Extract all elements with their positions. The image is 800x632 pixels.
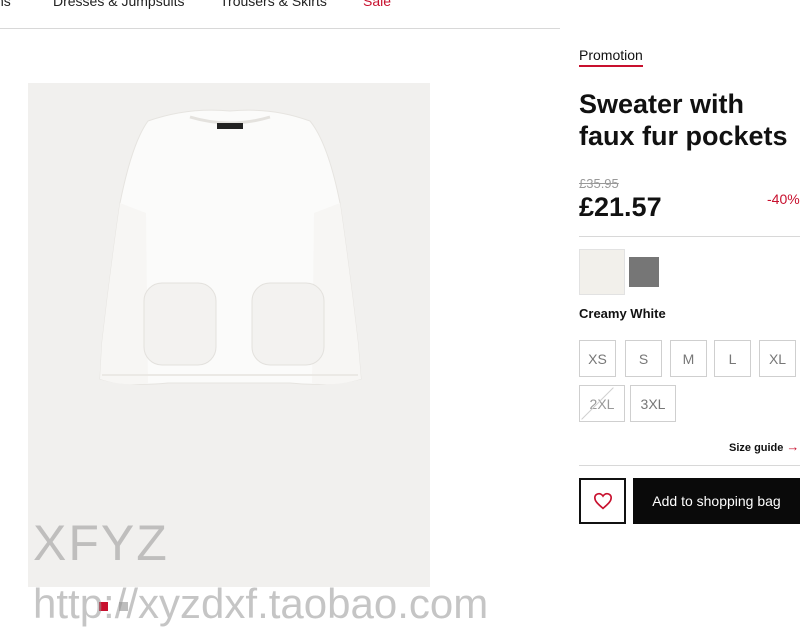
sweater-illustration [99, 109, 362, 385]
size-option-3xl[interactable]: 3XL [630, 385, 676, 422]
size-guide-link[interactable]: Size guide → [729, 439, 799, 454]
selected-color-label: Creamy White [579, 306, 666, 321]
nav-link-jeans[interactable]: ns [0, 0, 11, 9]
divider [579, 236, 800, 237]
original-price: £35.95 [579, 176, 619, 191]
size-guide-label: Size guide [729, 442, 784, 454]
watermark-brand: XFYZ [33, 515, 169, 571]
wishlist-button[interactable] [579, 478, 626, 524]
size-option-m[interactable]: M [670, 340, 707, 377]
product-image[interactable] [28, 83, 430, 587]
product-title: Sweater with faux fur pockets [579, 89, 788, 151]
size-option-s[interactable]: S [625, 340, 662, 377]
size-option-xl[interactable]: XL [759, 340, 796, 377]
divider [579, 465, 800, 466]
arrow-right-icon: → [786, 439, 800, 454]
promotion-badge: Promotion [579, 47, 643, 67]
nav-link-trousers-skirts[interactable]: Trousers & Skirts [220, 0, 327, 9]
top-navigation: ns Dresses & Jumpsuits Trousers & Skirts… [0, 0, 560, 29]
color-swatch-grey[interactable] [629, 257, 659, 287]
add-to-bag-button[interactable]: Add to shopping bag [633, 478, 800, 524]
watermark-url: http://xyzdxf.taobao.com [33, 580, 489, 627]
heart-icon [593, 492, 612, 510]
sale-price: £21.57 [579, 192, 662, 222]
size-option-l[interactable]: L [714, 340, 751, 377]
size-option-xs[interactable]: XS [579, 340, 616, 377]
size-option-2xl[interactable]: 2XL [579, 385, 625, 422]
nav-link-dresses-jumpsuits[interactable]: Dresses & Jumpsuits [53, 0, 184, 9]
discount-badge: -40% [767, 191, 800, 207]
nav-link-sale[interactable]: Sale [363, 0, 391, 9]
color-swatch-creamy-white[interactable] [579, 249, 625, 295]
